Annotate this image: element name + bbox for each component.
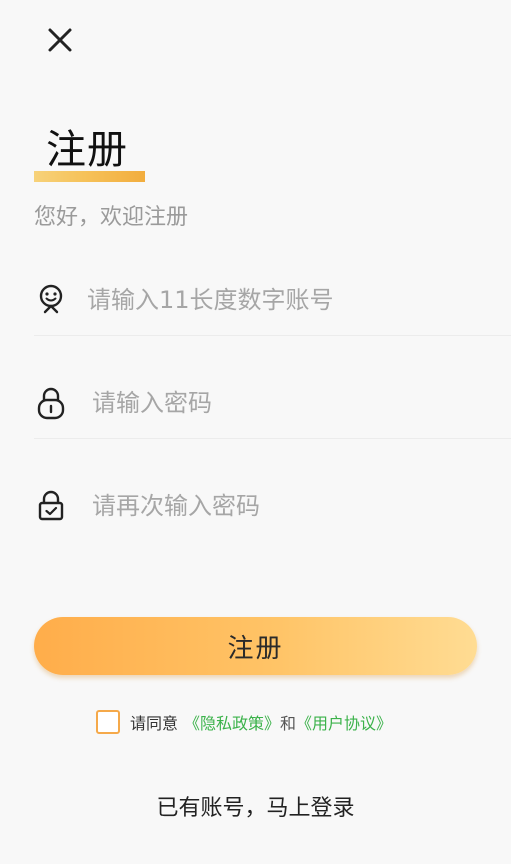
user-agreement-link[interactable]: 《用户协议》 [296,710,392,734]
page-subtitle: 您好，欢迎注册 [34,205,189,230]
agreement-prefix: 请同意 [130,714,179,733]
password-field-row [34,368,511,439]
lock-icon [34,386,68,420]
lock-check-icon [34,489,68,523]
agreement-checkbox[interactable] [96,710,120,734]
password-input[interactable] [92,383,492,423]
phone-input[interactable] [87,280,487,320]
user-face-icon [34,283,68,317]
page-title-block: 注册 [34,122,146,184]
privacy-policy-link[interactable]: 《隐私政策》 [184,710,280,734]
page-title: 注册 [46,127,128,173]
register-button[interactable]: 注册 [34,617,477,675]
confirm-password-field-row [34,471,511,541]
phone-field-row [34,265,511,336]
login-link[interactable]: 已有账号，马上登录 [0,790,511,822]
close-icon [47,27,73,57]
agreement-row: 请同意 《隐私政策》 和 《用户协议》 [96,709,392,735]
agreement-and: 和 [280,714,297,733]
close-button[interactable] [42,24,78,60]
confirm-password-input[interactable] [92,486,492,526]
